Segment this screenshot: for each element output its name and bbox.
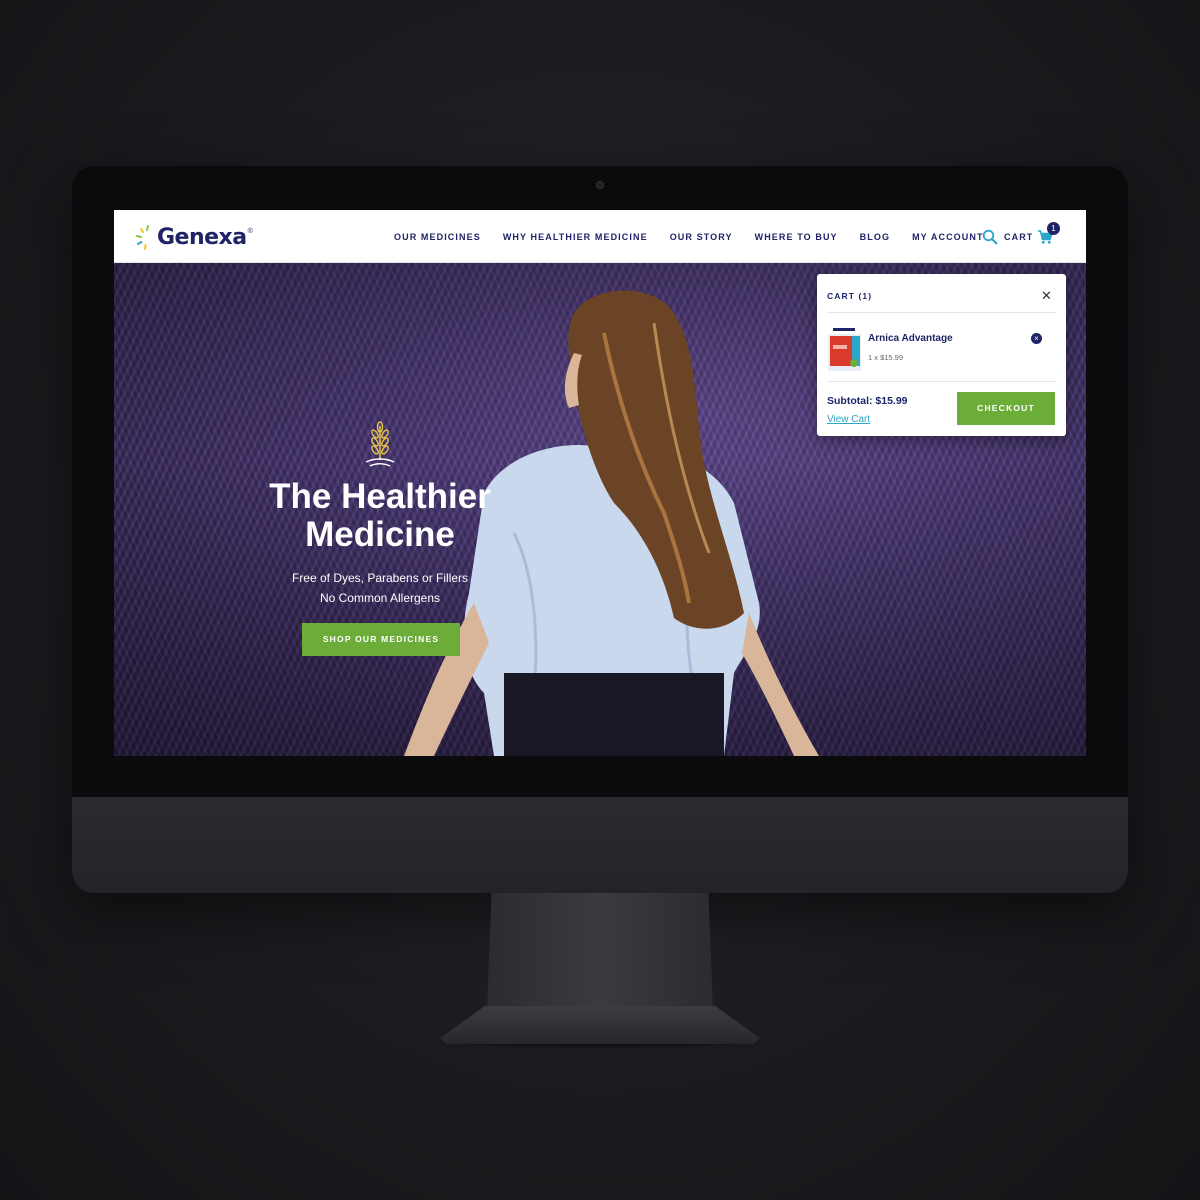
- camera-dot: [596, 181, 604, 189]
- wheat-icon: [365, 421, 395, 467]
- view-cart-link[interactable]: View Cart: [827, 414, 870, 425]
- hero-subtitle: Free of Dyes, Parabens or Fillers No Com…: [254, 568, 506, 608]
- shop-our-medicines-button[interactable]: SHOP OUR MEDICINES: [302, 623, 460, 656]
- hero-subtitle-line1: Free of Dyes, Parabens or Fillers: [291, 571, 469, 585]
- monitor-base: [440, 1006, 760, 1044]
- nav-my-account[interactable]: MY ACCOUNT: [912, 232, 984, 242]
- registered-mark: ®: [247, 227, 253, 235]
- cart-dropdown: CART (1) ✕ Arnica Advantage 1 x $15.99 ×…: [817, 274, 1066, 436]
- hero-title-line2: Medicine: [305, 515, 455, 554]
- cart-divider: [827, 312, 1056, 313]
- hero-title-line1: The Healthier: [269, 477, 491, 516]
- remove-icon[interactable]: ×: [1031, 333, 1042, 344]
- search-icon[interactable]: [982, 229, 998, 245]
- cart-count-badge: 1: [1047, 222, 1060, 235]
- monitor-stand: [487, 893, 713, 1011]
- logo-text: Genexa: [157, 224, 247, 250]
- cart-divider: [827, 381, 1056, 382]
- cart-item-qty-price: 1 x $15.99: [868, 353, 904, 362]
- checkout-button[interactable]: CHECKOUT: [957, 392, 1055, 425]
- hero-subtitle-line2: No Common Allergens: [319, 591, 441, 605]
- genexa-logo[interactable]: Genexa ®: [134, 222, 253, 252]
- product-thumbnail[interactable]: [827, 323, 862, 373]
- browser-screen: Genexa ® OUR MEDICINES WHY HEALTHIER MED…: [114, 210, 1086, 756]
- cart-link[interactable]: CART: [1004, 232, 1033, 242]
- nav-why-healthier-medicine[interactable]: WHY HEALTHIER MEDICINE: [503, 232, 648, 242]
- hero-title: The Healthier Medicine: [234, 478, 526, 554]
- sun-logo-icon: [136, 225, 149, 250]
- nav-blog[interactable]: BLOG: [860, 232, 890, 242]
- site-header: Genexa ® OUR MEDICINES WHY HEALTHIER MED…: [114, 210, 1086, 263]
- monitor-chin: [72, 797, 1128, 893]
- nav-where-to-buy[interactable]: WHERE TO BUY: [755, 232, 838, 242]
- cart-subtotal: Subtotal: $15.99: [827, 395, 908, 407]
- main-nav: OUR MEDICINES WHY HEALTHIER MEDICINE OUR…: [394, 210, 1006, 263]
- nav-our-story[interactable]: OUR STORY: [670, 232, 733, 242]
- close-icon[interactable]: ✕: [1041, 289, 1052, 302]
- cart-item-name[interactable]: Arnica Advantage: [868, 333, 953, 344]
- cart-title: CART (1): [827, 291, 873, 301]
- nav-our-medicines[interactable]: OUR MEDICINES: [394, 232, 481, 242]
